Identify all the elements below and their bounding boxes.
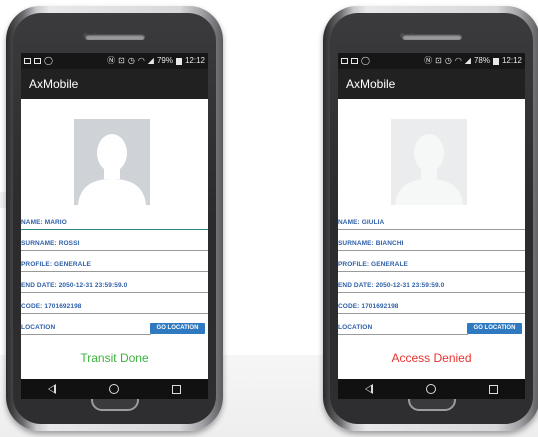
signal-icon: ◢ [147,56,154,65]
result-message: Transit Done [80,351,149,365]
whatsapp-icon: ◯ [44,56,53,65]
alarm-icon: ◷ [444,56,452,65]
recents-icon[interactable] [489,384,499,394]
location-field[interactable]: LOCATION [338,321,468,335]
app-title: AxMobile [21,69,208,99]
back-icon[interactable] [47,384,56,394]
phone-screen: ◯ Ⓝ ⊡ ◷ ◠ ◢ 79% 12:12 AxMobile NAME: MAR… [21,53,208,399]
home-icon[interactable] [425,384,436,394]
vibrate-icon: ⊡ [435,56,442,65]
phone-right: ◯ Ⓝ ⊡ ◷ ◠ ◢ 78% 12:12 AxMobile NAME: GIU… [323,6,538,431]
nav-bar [338,379,525,399]
nav-bar [21,379,208,399]
image-icon [34,58,41,64]
earpiece-speaker [401,34,462,40]
whatsapp-icon: ◯ [361,56,370,65]
location-field[interactable]: LOCATION [21,321,151,335]
name-field[interactable]: NAME: GIULIA [338,216,525,230]
message-icon [341,58,348,64]
image-icon [351,58,358,64]
name-field[interactable]: NAME: MARIO [21,216,208,230]
vibrate-icon: ⊡ [118,56,125,65]
avatar-silhouette-icon [74,119,150,205]
recents-icon[interactable] [172,384,182,394]
result-message: Access Denied [391,351,472,365]
profile-field[interactable]: PROFILE: GENERALE [21,258,208,272]
app-title: AxMobile [338,69,525,99]
wifi-icon: ◠ [137,56,145,65]
profile-content: NAME: GIULIA SURNAME: BIANCHI PROFILE: G… [338,99,525,379]
go-location-button[interactable]: GO LOCATION [467,323,522,334]
phone-left: ◯ Ⓝ ⊡ ◷ ◠ ◢ 79% 12:12 AxMobile NAME: MAR… [6,6,223,431]
code-field[interactable]: CODE: 1701692198 [21,300,208,314]
profile-field[interactable]: PROFILE: GENERALE [338,258,525,272]
signal-icon: ◢ [464,56,471,65]
battery-icon [175,57,182,65]
code-field[interactable]: CODE: 1701692198 [338,300,525,314]
nfc-icon: Ⓝ [424,56,433,65]
message-icon [24,58,31,64]
go-location-button[interactable]: GO LOCATION [150,323,205,334]
nfc-icon: Ⓝ [107,56,116,65]
alarm-icon: ◷ [127,56,135,65]
status-bar: ◯ Ⓝ ⊡ ◷ ◠ ◢ 79% 12:12 [21,53,208,69]
battery-percent: 78% [473,56,490,65]
avatar-silhouette-icon [391,119,467,205]
surname-field[interactable]: SURNAME: BIANCHI [338,237,525,251]
battery-percent: 79% [156,56,173,65]
clock-time: 12:12 [501,56,522,65]
end-date-field[interactable]: END DATE: 2050-12-31 23:59:59.0 [338,279,525,293]
profile-content: NAME: MARIO SURNAME: ROSSI PROFILE: GENE… [21,99,208,379]
battery-icon [492,57,499,65]
surname-field[interactable]: SURNAME: ROSSI [21,237,208,251]
end-date-field[interactable]: END DATE: 2050-12-31 23:59:59.0 [21,279,208,293]
clock-time: 12:12 [184,56,205,65]
back-icon[interactable] [364,384,373,394]
home-icon[interactable] [108,384,119,394]
status-bar: ◯ Ⓝ ⊡ ◷ ◠ ◢ 78% 12:12 [338,53,525,69]
wifi-icon: ◠ [454,56,462,65]
phone-screen: ◯ Ⓝ ⊡ ◷ ◠ ◢ 78% 12:12 AxMobile NAME: GIU… [338,53,525,399]
earpiece-speaker [84,34,145,40]
